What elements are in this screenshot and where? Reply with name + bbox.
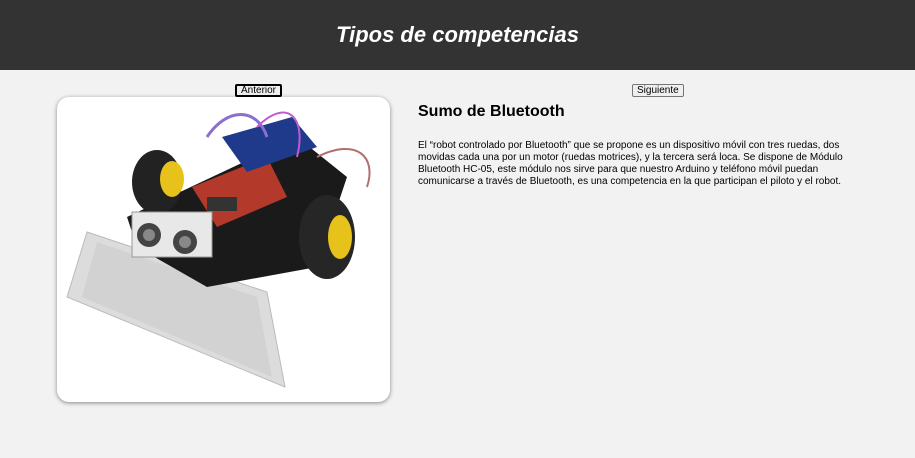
competition-image-card (57, 97, 390, 402)
robot-car-image (66, 111, 371, 388)
previous-button[interactable]: Anterior (235, 84, 283, 97)
page-title: Tipos de competencias (336, 22, 579, 47)
page-header: Tipos de competencias (0, 0, 915, 70)
competition-title: Sumo de Bluetooth (418, 103, 565, 120)
next-button[interactable]: Siguiente (632, 84, 684, 97)
competition-description: El “robot controlado por Bluetooth” que … (418, 140, 843, 187)
